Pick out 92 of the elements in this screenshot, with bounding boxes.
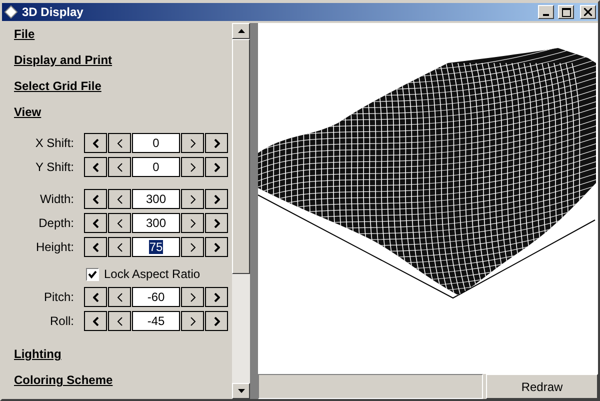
maximize-button[interactable] (558, 5, 574, 19)
field-label: Depth: (38, 216, 74, 230)
chevron-right-icon (214, 316, 220, 326)
step-forward-button[interactable] (181, 237, 204, 257)
step-back-button[interactable] (108, 287, 131, 307)
field-label: Y Shift: (34, 160, 74, 174)
value-field[interactable]: 0 (132, 133, 180, 153)
scroll-down-button[interactable] (232, 383, 250, 399)
step-forward-button[interactable] (181, 287, 204, 307)
chevron-left-icon (116, 292, 122, 302)
field-label: Height: (34, 240, 74, 254)
step-back-button[interactable] (108, 133, 131, 153)
step-forward-button[interactable] (205, 189, 228, 209)
chevron-left-icon (116, 194, 122, 204)
step-forward-button[interactable] (205, 237, 228, 257)
section-link[interactable]: View (14, 105, 42, 131)
chevron-right-icon (190, 194, 196, 204)
value-field[interactable]: 300 (132, 213, 180, 233)
section-link[interactable]: Lighting (14, 347, 62, 373)
step-forward-button[interactable] (181, 213, 204, 233)
step-forward-button[interactable] (181, 157, 204, 177)
step-back-button[interactable] (108, 157, 131, 177)
step-back-button[interactable] (108, 189, 131, 209)
diamond-icon (4, 5, 18, 19)
chevron-left-icon (116, 138, 122, 148)
section-link[interactable]: Coloring Scheme (14, 373, 113, 399)
chevron-right-icon (190, 138, 196, 148)
up-arrow-icon (238, 29, 244, 33)
chevron-left-icon (92, 218, 98, 228)
chevron-right-icon (214, 138, 220, 148)
step-back-button[interactable] (108, 237, 131, 257)
step-back-button[interactable] (108, 311, 131, 331)
field-label: Width: (38, 192, 74, 206)
chevron-right-icon (190, 162, 196, 172)
chevron-right-icon (214, 194, 220, 204)
section-link[interactable]: Select Grid File (14, 79, 102, 105)
step-back-button[interactable] (84, 311, 107, 331)
step-back-button[interactable] (108, 213, 131, 233)
step-forward-button[interactable] (181, 133, 204, 153)
field-label: Roll: (48, 314, 74, 328)
value-field[interactable]: -45 (132, 311, 180, 331)
close-icon (584, 8, 592, 16)
field-label: X Shift: (34, 136, 74, 150)
close-button[interactable] (580, 5, 596, 19)
step-back-button[interactable] (84, 189, 107, 209)
value-field[interactable]: 75 (132, 237, 180, 257)
checkbox-label: Lock Aspect Ratio (104, 267, 200, 281)
chevron-right-icon (214, 242, 220, 252)
chevron-left-icon (116, 242, 122, 252)
chevron-left-icon (116, 316, 122, 326)
chevron-left-icon (92, 194, 98, 204)
step-forward-button[interactable] (205, 133, 228, 153)
section-link[interactable]: Display and Print (14, 53, 112, 79)
step-forward-button[interactable] (181, 311, 204, 331)
scroll-up-button[interactable] (232, 23, 250, 39)
section-link[interactable]: File (14, 27, 35, 53)
chevron-left-icon (116, 162, 122, 172)
scroll-thumb[interactable] (232, 39, 250, 274)
chevron-right-icon (214, 292, 220, 302)
value-field[interactable]: 0 (132, 157, 180, 177)
value-field[interactable]: -60 (132, 287, 180, 307)
maximize-icon (562, 8, 570, 16)
chevron-right-icon (190, 316, 196, 326)
step-back-button[interactable] (84, 287, 107, 307)
minimize-button[interactable] (538, 5, 554, 19)
scrollbar[interactable] (232, 23, 250, 399)
chevron-right-icon (190, 292, 196, 302)
window-title: 3D Display (22, 5, 84, 19)
step-back-button[interactable] (84, 157, 107, 177)
chevron-right-icon (190, 218, 196, 228)
chevron-left-icon (92, 138, 98, 148)
redraw-button[interactable]: Redraw (486, 374, 598, 399)
step-back-button[interactable] (84, 213, 107, 233)
step-forward-button[interactable] (205, 157, 228, 177)
chevron-right-icon (214, 162, 220, 172)
field-label: Pitch: (42, 290, 74, 304)
step-back-button[interactable] (84, 133, 107, 153)
chevron-left-icon (116, 218, 122, 228)
step-forward-button[interactable] (205, 287, 228, 307)
step-forward-button[interactable] (205, 311, 228, 331)
step-forward-button[interactable] (181, 189, 204, 209)
chevron-left-icon (92, 242, 98, 252)
chevron-left-icon (92, 316, 98, 326)
step-forward-button[interactable] (205, 213, 228, 233)
chevron-left-icon (92, 162, 98, 172)
chevron-right-icon (190, 242, 196, 252)
down-arrow-icon (238, 389, 244, 393)
value-field[interactable]: 300 (132, 189, 180, 209)
checkbox[interactable] (86, 268, 99, 280)
chevron-right-icon (214, 218, 220, 228)
chevron-left-icon (92, 292, 98, 302)
step-back-button[interactable] (84, 237, 107, 257)
